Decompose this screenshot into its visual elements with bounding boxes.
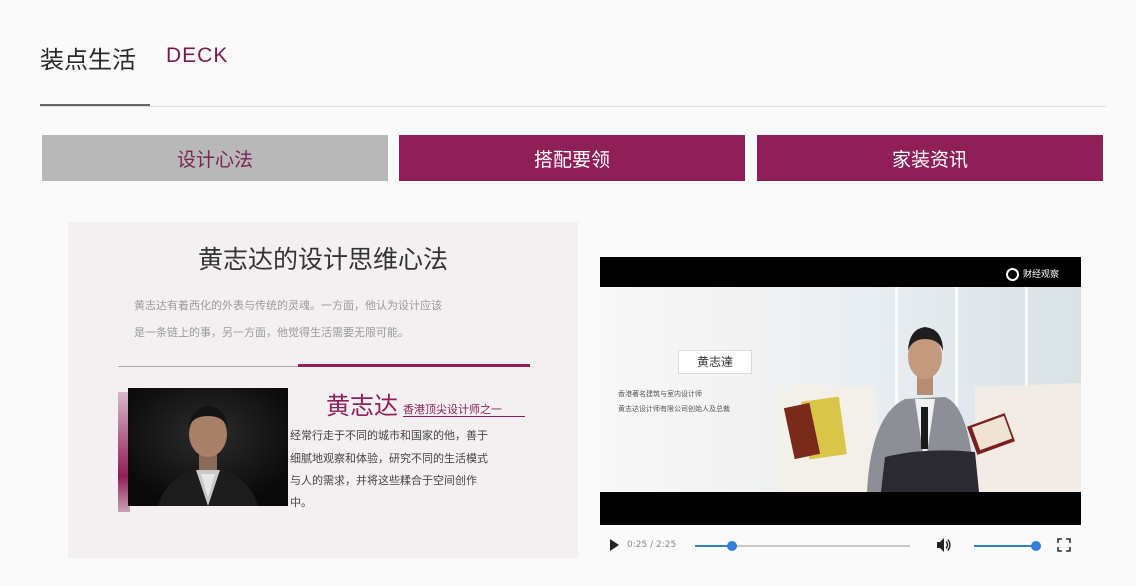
tab-home-news[interactable]: 家装资讯: [757, 135, 1103, 181]
tab-matching-tips[interactable]: 搭配要领: [399, 135, 745, 181]
bio-line: 中。: [290, 496, 312, 509]
site-subtitle: DECK: [166, 44, 229, 67]
channel-logo-icon: [1006, 268, 1019, 281]
volume-slider[interactable]: [974, 541, 1041, 551]
article-intro-line: 黄志达有着西化的外表与传统的灵魂。一方面，他认为设计应该: [134, 299, 442, 312]
video-channel-logo: 财经观察: [1006, 267, 1059, 281]
video-player[interactable]: 财经观察 黄志達 香港著名建筑与室内设计师 黄志达设计师有限公司创始人及总裁: [600, 257, 1081, 525]
designer-portrait: [128, 388, 288, 506]
site-title: 装点生活: [40, 46, 136, 74]
video-caption-name: 黄志達: [678, 350, 752, 374]
header-divider-accent: [40, 104, 150, 106]
play-icon[interactable]: [610, 539, 619, 551]
volume-fill: [974, 545, 1036, 547]
bio-line: 经常行走于不同的城市和国家的他，善于: [290, 429, 488, 442]
progress-knob[interactable]: [726, 541, 737, 551]
video-caption-line: 黄志达设计师有限公司创始人及总裁: [618, 405, 730, 413]
video-time: 0:25 / 2:25: [627, 540, 677, 550]
designer-name: 黄志达: [326, 392, 398, 420]
designer-role: 香港顶尖设计师之一: [403, 403, 502, 416]
fullscreen-icon[interactable]: [1057, 538, 1071, 552]
video-caption-line: 香港著名建筑与室内设计师: [618, 390, 702, 398]
header-divider: [40, 106, 1106, 107]
article-intro-line: 是一条链上的事，另一方面，他觉得生活需要无限可能。: [134, 326, 409, 339]
volume-knob[interactable]: [1031, 541, 1041, 551]
progress-bar[interactable]: [695, 541, 910, 551]
role-underline: [403, 416, 525, 417]
section-divider-accent: [298, 364, 530, 367]
bio-line: 与人的需求，并将这些糅合于空间创作: [290, 474, 477, 487]
video-controls: 0:25 / 2:25: [600, 531, 1081, 559]
section-divider: [118, 366, 298, 367]
tab-design-method[interactable]: 设计心法: [42, 135, 388, 181]
video-scene-image: [775, 287, 1081, 492]
article-title: 黄志达的设计思维心法: [197, 245, 448, 274]
bio-line: 细腻地观察和体验，研究不同的生活模式: [290, 452, 488, 465]
volume-icon[interactable]: [935, 536, 953, 554]
video-channel-name: 财经观察: [1023, 270, 1060, 280]
